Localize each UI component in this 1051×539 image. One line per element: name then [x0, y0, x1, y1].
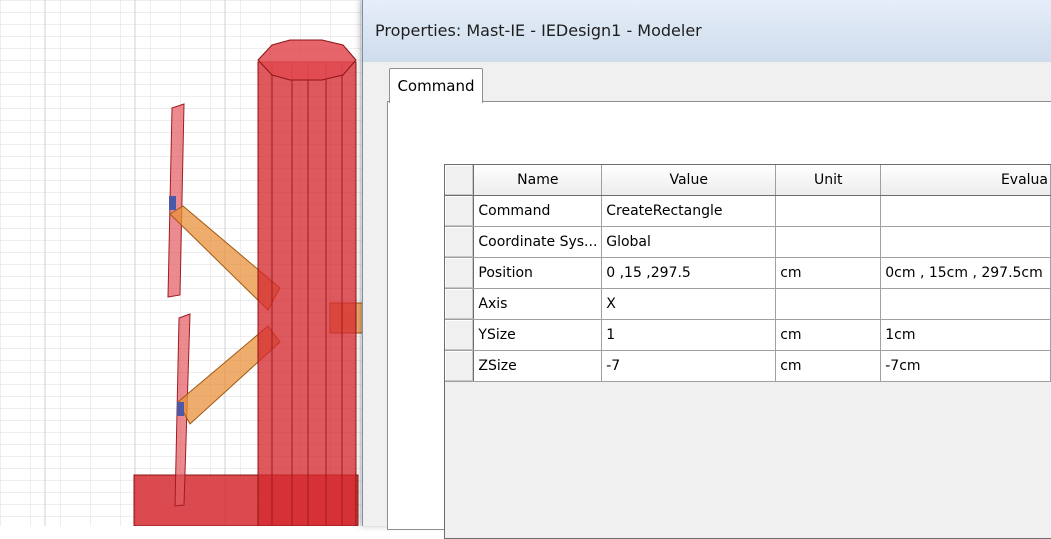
cell-unit[interactable]: cm	[775, 257, 882, 289]
column-header-value[interactable]: Value	[601, 165, 777, 196]
cell-name: Position	[473, 257, 603, 289]
cell-value[interactable]: Global	[601, 226, 777, 258]
cell-unit[interactable]: cm	[775, 350, 882, 382]
mast-column	[257, 61, 357, 526]
cell-evaluated	[880, 288, 1051, 320]
title-bar[interactable]: Properties: Mast-IE - IEDesign1 - Modele…	[363, 0, 1051, 62]
properties-dialog: Properties: Mast-IE - IEDesign1 - Modele…	[362, 0, 1051, 539]
row-header[interactable]	[445, 319, 475, 351]
property-grid: Name Value Unit Evalua Command CreateRec…	[444, 164, 1051, 539]
cell-evaluated	[880, 226, 1051, 258]
cell-unit[interactable]	[775, 226, 882, 258]
table-row[interactable]: ZSize -7 cm -7cm	[445, 350, 1051, 382]
cell-unit[interactable]: cm	[775, 319, 882, 351]
model-scene	[0, 0, 372, 526]
cell-name: Coordinate Sys...	[473, 226, 603, 258]
table-row[interactable]: Position 0 ,15 ,297.5 cm 0cm , 15cm , 29…	[445, 257, 1051, 289]
column-header-name[interactable]: Name	[473, 165, 603, 196]
table-row[interactable]: Coordinate Sys... Global	[445, 226, 1051, 258]
cell-value[interactable]: 1	[601, 319, 777, 351]
cell-name: Command	[473, 195, 603, 227]
cell-value[interactable]: X	[601, 288, 777, 320]
column-header-evaluated[interactable]: Evalua	[880, 165, 1051, 196]
grid-header-row: Name Value Unit Evalua	[445, 165, 1051, 196]
cell-name: ZSize	[473, 350, 603, 382]
cell-evaluated: 0cm , 15cm , 297.5cm	[880, 257, 1051, 289]
row-header[interactable]	[445, 226, 475, 258]
row-header[interactable]	[445, 195, 475, 227]
table-row[interactable]: Command CreateRectangle	[445, 195, 1051, 227]
row-header[interactable]	[445, 257, 475, 289]
upper-tab	[169, 196, 176, 210]
row-header[interactable]	[445, 350, 475, 382]
column-header-unit[interactable]: Unit	[775, 165, 882, 196]
table-row[interactable]: YSize 1 cm 1cm	[445, 319, 1051, 351]
tab-command[interactable]: Command	[389, 68, 483, 103]
cell-evaluated: 1cm	[880, 319, 1051, 351]
cell-name: Axis	[473, 288, 603, 320]
mast-top	[257, 39, 357, 81]
cell-value[interactable]: -7	[601, 350, 777, 382]
cell-value[interactable]: 0 ,15 ,297.5	[601, 257, 777, 289]
tab-panel-command: Name Value Unit Evalua Command CreateRec…	[387, 101, 1051, 539]
corner-header[interactable]	[445, 165, 475, 196]
cell-evaluated	[880, 195, 1051, 227]
dialog-title: Properties: Mast-IE - IEDesign1 - Modele…	[375, 21, 702, 40]
cell-evaluated: -7cm	[880, 350, 1051, 382]
lower-tab	[177, 402, 184, 416]
modeler-viewport[interactable]	[0, 0, 372, 526]
cell-unit[interactable]	[775, 195, 882, 227]
dialog-client-area: Command Name Value Unit Evalua Command C…	[371, 62, 1051, 539]
cell-name: YSize	[473, 319, 603, 351]
table-row[interactable]: Axis X	[445, 288, 1051, 320]
cell-unit[interactable]	[775, 288, 882, 320]
cell-value[interactable]: CreateRectangle	[601, 195, 777, 227]
row-header[interactable]	[445, 288, 475, 320]
